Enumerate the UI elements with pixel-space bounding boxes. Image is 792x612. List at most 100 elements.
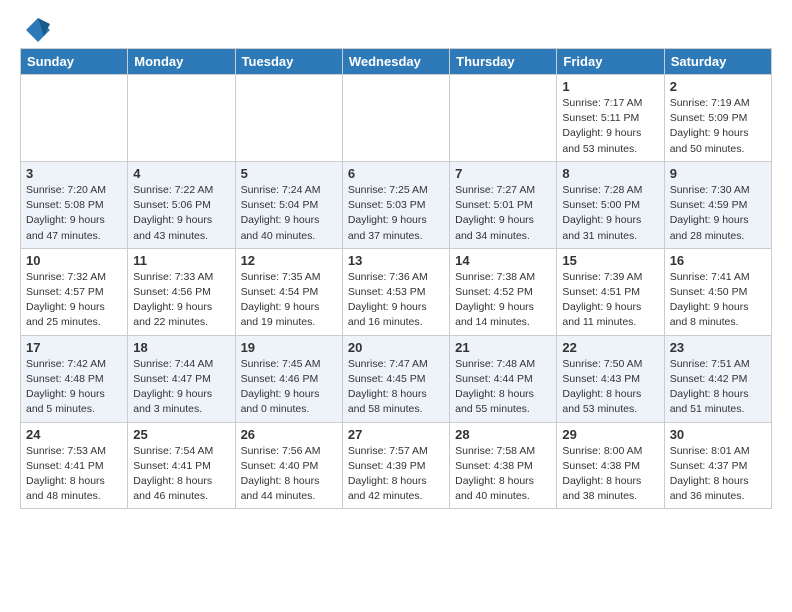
calendar-cell: 7 Sunrise: 7:27 AM Sunset: 5:01 PM Daylig… (450, 161, 557, 248)
day-number: 20 (348, 340, 444, 355)
calendar-cell: 5 Sunrise: 7:24 AM Sunset: 5:04 PM Daylig… (235, 161, 342, 248)
day-info: Sunrise: 7:41 AM Sunset: 4:50 PM Dayligh… (670, 270, 766, 331)
calendar-cell (21, 75, 128, 162)
day-info: Sunrise: 7:48 AM Sunset: 4:44 PM Dayligh… (455, 357, 551, 418)
day-info: Sunrise: 7:56 AM Sunset: 4:40 PM Dayligh… (241, 444, 337, 505)
weekday-header: Tuesday (235, 49, 342, 75)
day-number: 16 (670, 253, 766, 268)
day-info: Sunrise: 7:17 AM Sunset: 5:11 PM Dayligh… (562, 96, 658, 157)
day-info: Sunrise: 7:47 AM Sunset: 4:45 PM Dayligh… (348, 357, 444, 418)
day-info: Sunrise: 8:00 AM Sunset: 4:38 PM Dayligh… (562, 444, 658, 505)
day-number: 24 (26, 427, 122, 442)
day-info: Sunrise: 7:58 AM Sunset: 4:38 PM Dayligh… (455, 444, 551, 505)
logo (20, 16, 52, 44)
calendar-cell: 29 Sunrise: 8:00 AM Sunset: 4:38 PM Dayli… (557, 422, 664, 509)
day-info: Sunrise: 7:20 AM Sunset: 5:08 PM Dayligh… (26, 183, 122, 244)
calendar-cell (450, 75, 557, 162)
day-info: Sunrise: 7:25 AM Sunset: 5:03 PM Dayligh… (348, 183, 444, 244)
day-number: 27 (348, 427, 444, 442)
calendar-cell: 24 Sunrise: 7:53 AM Sunset: 4:41 PM Dayli… (21, 422, 128, 509)
calendar-cell: 28 Sunrise: 7:58 AM Sunset: 4:38 PM Dayli… (450, 422, 557, 509)
day-number: 5 (241, 166, 337, 181)
day-info: Sunrise: 7:32 AM Sunset: 4:57 PM Dayligh… (26, 270, 122, 331)
day-info: Sunrise: 7:24 AM Sunset: 5:04 PM Dayligh… (241, 183, 337, 244)
day-info: Sunrise: 7:35 AM Sunset: 4:54 PM Dayligh… (241, 270, 337, 331)
calendar-cell: 30Sunrise: 8:01 AM Sunset: 4:37 PM Dayli… (664, 422, 771, 509)
calendar-cell (235, 75, 342, 162)
day-info: Sunrise: 7:39 AM Sunset: 4:51 PM Dayligh… (562, 270, 658, 331)
calendar-cell: 21 Sunrise: 7:48 AM Sunset: 4:44 PM Dayli… (450, 335, 557, 422)
header-row (20, 16, 772, 44)
day-number: 7 (455, 166, 551, 181)
day-number: 11 (133, 253, 229, 268)
day-info: Sunrise: 7:53 AM Sunset: 4:41 PM Dayligh… (26, 444, 122, 505)
day-number: 28 (455, 427, 551, 442)
calendar-cell: 2Sunrise: 7:19 AM Sunset: 5:09 PM Daylig… (664, 75, 771, 162)
day-number: 21 (455, 340, 551, 355)
day-info: Sunrise: 7:45 AM Sunset: 4:46 PM Dayligh… (241, 357, 337, 418)
calendar-cell: 14 Sunrise: 7:38 AM Sunset: 4:52 PM Dayli… (450, 248, 557, 335)
day-number: 17 (26, 340, 122, 355)
day-info: Sunrise: 7:38 AM Sunset: 4:52 PM Dayligh… (455, 270, 551, 331)
day-number: 12 (241, 253, 337, 268)
day-number: 29 (562, 427, 658, 442)
day-info: Sunrise: 7:50 AM Sunset: 4:43 PM Dayligh… (562, 357, 658, 418)
calendar-cell: 11 Sunrise: 7:33 AM Sunset: 4:56 PM Dayli… (128, 248, 235, 335)
calendar-week-row: 10 Sunrise: 7:32 AM Sunset: 4:57 PM Dayli… (21, 248, 772, 335)
day-number: 13 (348, 253, 444, 268)
weekday-header: Wednesday (342, 49, 449, 75)
calendar-cell: 19Sunrise: 7:45 AM Sunset: 4:46 PM Dayli… (235, 335, 342, 422)
calendar-cell (342, 75, 449, 162)
weekday-header: Sunday (21, 49, 128, 75)
calendar-cell: 22 Sunrise: 7:50 AM Sunset: 4:43 PM Dayli… (557, 335, 664, 422)
calendar-cell: 10 Sunrise: 7:32 AM Sunset: 4:57 PM Dayli… (21, 248, 128, 335)
day-number: 10 (26, 253, 122, 268)
day-number: 23 (670, 340, 766, 355)
day-number: 15 (562, 253, 658, 268)
calendar-week-row: 3Sunrise: 7:20 AM Sunset: 5:08 PM Daylig… (21, 161, 772, 248)
day-number: 6 (348, 166, 444, 181)
calendar-cell: 26 Sunrise: 7:56 AM Sunset: 4:40 PM Dayli… (235, 422, 342, 509)
weekday-header: Friday (557, 49, 664, 75)
calendar-cell: 20 Sunrise: 7:47 AM Sunset: 4:45 PM Dayli… (342, 335, 449, 422)
day-info: Sunrise: 7:27 AM Sunset: 5:01 PM Dayligh… (455, 183, 551, 244)
day-info: Sunrise: 7:57 AM Sunset: 4:39 PM Dayligh… (348, 444, 444, 505)
calendar-cell: 18Sunrise: 7:44 AM Sunset: 4:47 PM Dayli… (128, 335, 235, 422)
day-info: Sunrise: 7:44 AM Sunset: 4:47 PM Dayligh… (133, 357, 229, 418)
logo-icon (24, 16, 52, 44)
calendar-week-row: 17 Sunrise: 7:42 AM Sunset: 4:48 PM Dayli… (21, 335, 772, 422)
day-info: Sunrise: 7:22 AM Sunset: 5:06 PM Dayligh… (133, 183, 229, 244)
day-info: Sunrise: 7:30 AM Sunset: 4:59 PM Dayligh… (670, 183, 766, 244)
calendar-cell: 15 Sunrise: 7:39 AM Sunset: 4:51 PM Dayli… (557, 248, 664, 335)
day-number: 22 (562, 340, 658, 355)
calendar-cell: 6 Sunrise: 7:25 AM Sunset: 5:03 PM Daylig… (342, 161, 449, 248)
day-info: Sunrise: 7:19 AM Sunset: 5:09 PM Dayligh… (670, 96, 766, 157)
day-info: Sunrise: 7:42 AM Sunset: 4:48 PM Dayligh… (26, 357, 122, 418)
calendar-cell: 13Sunrise: 7:36 AM Sunset: 4:53 PM Dayli… (342, 248, 449, 335)
calendar-week-row: 24 Sunrise: 7:53 AM Sunset: 4:41 PM Dayli… (21, 422, 772, 509)
day-info: Sunrise: 7:28 AM Sunset: 5:00 PM Dayligh… (562, 183, 658, 244)
calendar-cell: 16 Sunrise: 7:41 AM Sunset: 4:50 PM Dayli… (664, 248, 771, 335)
day-info: Sunrise: 7:51 AM Sunset: 4:42 PM Dayligh… (670, 357, 766, 418)
calendar-cell: 3Sunrise: 7:20 AM Sunset: 5:08 PM Daylig… (21, 161, 128, 248)
calendar-cell: 8 Sunrise: 7:28 AM Sunset: 5:00 PM Daylig… (557, 161, 664, 248)
weekday-header: Thursday (450, 49, 557, 75)
calendar-cell: 12 Sunrise: 7:35 AM Sunset: 4:54 PM Dayli… (235, 248, 342, 335)
day-number: 9 (670, 166, 766, 181)
calendar-table: SundayMondayTuesdayWednesdayThursdayFrid… (20, 48, 772, 509)
calendar-header-row: SundayMondayTuesdayWednesdayThursdayFrid… (21, 49, 772, 75)
calendar-cell: 4Sunrise: 7:22 AM Sunset: 5:06 PM Daylig… (128, 161, 235, 248)
day-number: 26 (241, 427, 337, 442)
day-number: 25 (133, 427, 229, 442)
day-number: 14 (455, 253, 551, 268)
weekday-header: Monday (128, 49, 235, 75)
day-number: 8 (562, 166, 658, 181)
page-container: SundayMondayTuesdayWednesdayThursdayFrid… (0, 0, 792, 525)
calendar-cell: 23 Sunrise: 7:51 AM Sunset: 4:42 PM Dayli… (664, 335, 771, 422)
calendar-cell: 17 Sunrise: 7:42 AM Sunset: 4:48 PM Dayli… (21, 335, 128, 422)
calendar-cell: 25Sunrise: 7:54 AM Sunset: 4:41 PM Dayli… (128, 422, 235, 509)
weekday-header: Saturday (664, 49, 771, 75)
day-number: 1 (562, 79, 658, 94)
calendar-cell: 27 Sunrise: 7:57 AM Sunset: 4:39 PM Dayli… (342, 422, 449, 509)
day-info: Sunrise: 7:33 AM Sunset: 4:56 PM Dayligh… (133, 270, 229, 331)
